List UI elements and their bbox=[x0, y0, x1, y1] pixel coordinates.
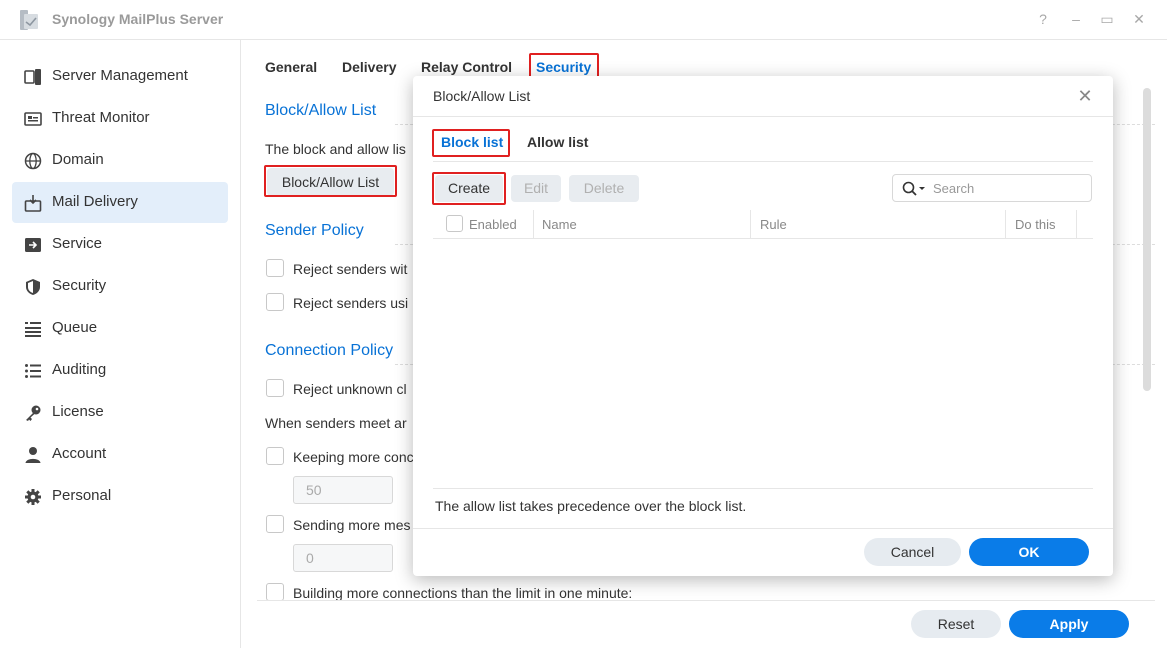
server-icon bbox=[24, 69, 41, 85]
sidebar-item-label: Queue bbox=[52, 319, 98, 336]
sidebar-item-label: Domain bbox=[52, 151, 104, 168]
when-senders-text: When senders meet ar bbox=[265, 415, 407, 431]
cancel-button[interactable]: Cancel bbox=[864, 538, 961, 566]
sidebar-item-account[interactable]: Account bbox=[12, 434, 228, 475]
sidebar-item-domain[interactable]: Domain bbox=[12, 140, 228, 181]
list-icon bbox=[25, 364, 41, 378]
reject-senders-checkbox-1[interactable] bbox=[266, 259, 284, 277]
column-separator bbox=[1005, 210, 1006, 239]
tab-general[interactable]: General bbox=[265, 59, 317, 75]
sidebar-item-service[interactable]: Service bbox=[12, 224, 228, 265]
list-header: Enabled Name Rule Do this bbox=[433, 210, 1093, 239]
block-allow-description: The block and allow lis bbox=[265, 141, 406, 157]
precedence-note: The allow list takes precedence over the… bbox=[435, 498, 747, 514]
mail-delivery-icon bbox=[24, 195, 42, 212]
sidebar-item-label: Security bbox=[52, 277, 107, 294]
sidebar-item-label: Auditing bbox=[52, 361, 107, 378]
sidebar-item-personal[interactable]: Personal bbox=[12, 476, 228, 517]
column-separator bbox=[533, 210, 534, 239]
sidebar-item-threat-monitor[interactable]: Threat Monitor bbox=[12, 98, 228, 139]
reject-senders-label-1: Reject senders wit bbox=[293, 261, 408, 277]
app-title: Synology MailPlus Server bbox=[52, 11, 224, 27]
title-bar: Synology MailPlus Server ? – ▭ ✕ bbox=[0, 0, 1167, 40]
sidebar-item-label: Service bbox=[52, 235, 103, 252]
search-placeholder: Search bbox=[933, 181, 975, 196]
sending-messages-checkbox[interactable] bbox=[266, 515, 284, 533]
minimize-icon[interactable]: – bbox=[1067, 10, 1085, 28]
highlight-block-list-tab bbox=[432, 129, 510, 157]
search-icon bbox=[902, 181, 925, 196]
reject-unknown-label: Reject unknown cl bbox=[293, 381, 407, 397]
keeping-connections-label: Keeping more conc bbox=[293, 449, 414, 465]
sidebar-item-label: License bbox=[52, 403, 104, 420]
shield-icon bbox=[26, 279, 40, 295]
tab-delivery[interactable]: Delivery bbox=[342, 59, 396, 75]
block-allow-dialog: Block/Allow List ✕ Block list Allow list… bbox=[413, 76, 1113, 576]
column-separator bbox=[750, 210, 751, 239]
globe-icon bbox=[24, 152, 42, 170]
mailplus-logo-icon bbox=[20, 10, 38, 30]
highlight-block-allow-button bbox=[264, 165, 397, 197]
sending-messages-input[interactable]: 0 bbox=[293, 544, 393, 572]
sidebar-item-security[interactable]: Security bbox=[12, 266, 228, 307]
sidebar-item-queue[interactable]: Queue bbox=[12, 308, 228, 349]
keeping-connections-checkbox[interactable] bbox=[266, 447, 284, 465]
sidebar-item-label: Server Management bbox=[52, 67, 188, 84]
sending-messages-label: Sending more mes bbox=[293, 517, 411, 533]
tab-relay-control[interactable]: Relay Control bbox=[421, 59, 512, 75]
building-connections-checkbox[interactable] bbox=[266, 583, 284, 601]
user-icon bbox=[25, 447, 41, 463]
keeping-connections-input[interactable]: 50 bbox=[293, 476, 393, 504]
delete-button[interactable]: Delete bbox=[569, 175, 639, 202]
dialog-header-divider bbox=[413, 116, 1113, 117]
sidebar-item-mail-delivery[interactable]: Mail Delivery bbox=[12, 182, 228, 223]
dialog-title: Block/Allow List bbox=[433, 88, 531, 104]
column-separator bbox=[1076, 210, 1077, 239]
search-input[interactable]: Search bbox=[892, 174, 1092, 202]
note-divider bbox=[433, 488, 1093, 489]
close-window-icon[interactable]: ✕ bbox=[1130, 10, 1148, 28]
reject-unknown-checkbox[interactable] bbox=[266, 379, 284, 397]
key-icon bbox=[26, 405, 41, 421]
close-icon[interactable]: ✕ bbox=[1075, 86, 1095, 107]
maximize-icon[interactable]: ▭ bbox=[1098, 10, 1116, 28]
sidebar-item-label: Account bbox=[52, 445, 107, 462]
sidebar-item-auditing[interactable]: Auditing bbox=[12, 350, 228, 391]
highlight-create-button bbox=[432, 172, 506, 205]
footer-divider bbox=[257, 600, 1155, 601]
edit-button[interactable]: Edit bbox=[511, 175, 561, 202]
scrollbar[interactable] bbox=[1143, 88, 1151, 391]
ok-button[interactable]: OK bbox=[969, 538, 1089, 566]
apply-button[interactable]: Apply bbox=[1009, 610, 1129, 638]
gear-icon bbox=[25, 489, 41, 505]
column-name[interactable]: Name bbox=[542, 217, 577, 232]
sidebar-item-server-management[interactable]: Server Management bbox=[12, 56, 228, 97]
column-rule[interactable]: Rule bbox=[760, 217, 787, 232]
reset-button[interactable]: Reset bbox=[911, 610, 1001, 638]
select-all-checkbox[interactable] bbox=[446, 215, 463, 232]
help-icon[interactable]: ? bbox=[1034, 10, 1052, 28]
service-icon bbox=[25, 238, 41, 252]
dialog-footer-divider bbox=[413, 528, 1113, 529]
building-connections-label: Building more connections than the limit… bbox=[293, 585, 633, 601]
sidebar-item-label: Threat Monitor bbox=[52, 109, 150, 126]
sender-policy-section-title: Sender Policy bbox=[265, 222, 364, 239]
reject-senders-label-2: Reject senders usi bbox=[293, 295, 409, 311]
reject-senders-checkbox-2[interactable] bbox=[266, 293, 284, 311]
connection-policy-section-title: Connection Policy bbox=[265, 342, 394, 359]
sidebar-item-label: Personal bbox=[52, 487, 112, 504]
column-enabled[interactable]: Enabled bbox=[469, 217, 517, 232]
queue-icon bbox=[25, 322, 41, 337]
sidebar-item-license[interactable]: License bbox=[12, 392, 228, 433]
tab-allow-list[interactable]: Allow list bbox=[527, 134, 588, 150]
sidebar: Server Management Threat Monitor Domain … bbox=[0, 40, 241, 648]
column-do-this[interactable]: Do this bbox=[1015, 217, 1055, 232]
tab-divider bbox=[433, 161, 1093, 162]
monitor-icon bbox=[24, 112, 42, 126]
sidebar-item-label: Mail Delivery bbox=[52, 193, 138, 210]
block-allow-section-title: Block/Allow List bbox=[265, 102, 377, 119]
